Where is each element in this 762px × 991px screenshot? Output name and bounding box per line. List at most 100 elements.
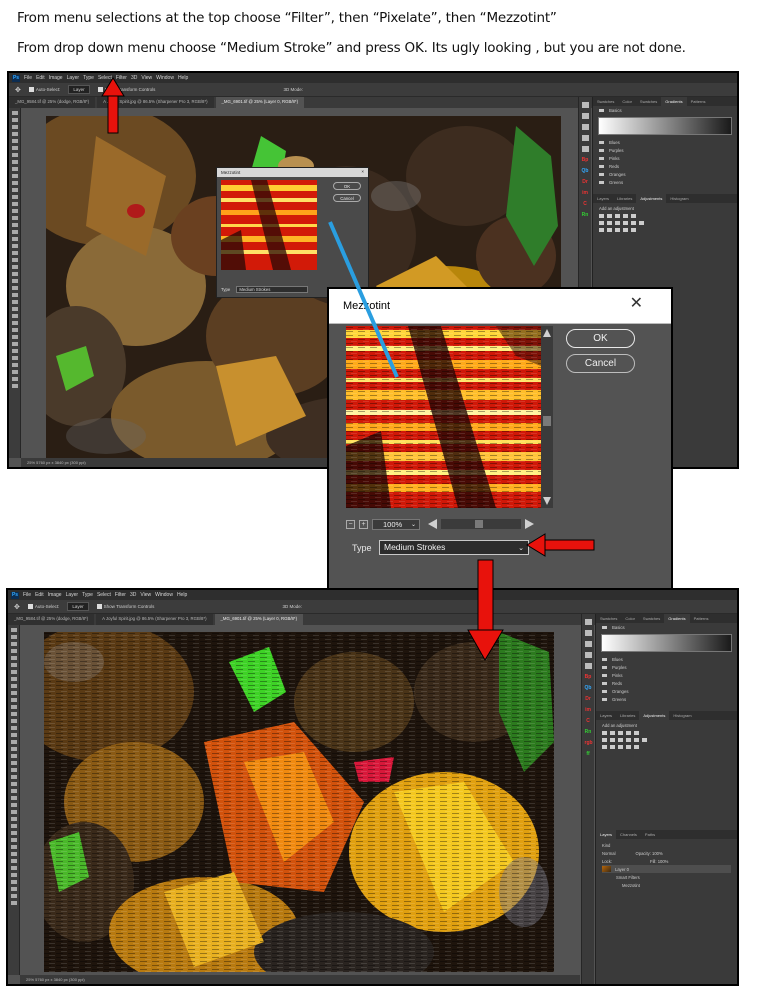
tool-icon[interactable]: [10, 677, 17, 681]
tool-icon[interactable]: [11, 279, 18, 283]
smart-filters-row[interactable]: Smart Filters: [602, 873, 731, 881]
tool-icon[interactable]: [10, 824, 17, 828]
panel-tab-adjustments[interactable]: Adjustments: [636, 194, 667, 203]
plugin-icon[interactable]: ff: [585, 751, 592, 757]
tool-icon[interactable]: [10, 698, 17, 702]
adjustment-icon[interactable]: [607, 228, 612, 232]
panel-tab[interactable]: Swatches: [639, 614, 664, 623]
move-tool-icon[interactable]: ✥: [15, 86, 21, 94]
scroll-right-icon[interactable]: [525, 519, 534, 529]
document-tab[interactable]: _MG_9584.tif @ 25% (dodge, RGB/8*): [8, 614, 95, 625]
tool-icon[interactable]: [10, 649, 17, 653]
tool-icon[interactable]: [11, 188, 18, 192]
plugin-icon[interactable]: Bp: [585, 674, 592, 680]
menu-edit[interactable]: Edit: [35, 592, 44, 598]
tool-icon[interactable]: [11, 146, 18, 150]
panel-icon[interactable]: [581, 124, 589, 130]
menu-image[interactable]: Image: [49, 75, 63, 81]
panel-icon[interactable]: [581, 102, 589, 108]
tool-icon[interactable]: [11, 230, 18, 234]
panel-tab[interactable]: Layers: [593, 194, 613, 203]
panel-tab[interactable]: Patterns: [687, 97, 710, 106]
adjustment-icon[interactable]: [634, 745, 639, 749]
menu-select[interactable]: Select: [97, 592, 111, 598]
panel-icon[interactable]: [581, 113, 589, 119]
panel-tab-adjustments[interactable]: Adjustments: [639, 711, 670, 720]
folder-item[interactable]: Blues: [602, 655, 731, 663]
tool-icon[interactable]: [10, 796, 17, 800]
panel-icon[interactable]: [584, 641, 592, 647]
adjustment-icon[interactable]: [634, 738, 639, 742]
tool-icon[interactable]: [11, 132, 18, 136]
tool-icon[interactable]: [11, 328, 18, 332]
adjustment-icon[interactable]: [631, 228, 636, 232]
plugin-icon[interactable]: Dr: [582, 179, 589, 185]
tool-icon[interactable]: [10, 684, 17, 688]
panel-tab[interactable]: Color: [618, 97, 636, 106]
tool-icon[interactable]: [11, 160, 18, 164]
preview-horizontal-scrollbar[interactable]: [441, 519, 521, 529]
tool-icon[interactable]: [10, 831, 17, 835]
adjustment-icon[interactable]: [618, 738, 623, 742]
panel-tab[interactable]: Channels: [616, 830, 641, 839]
panel-tab[interactable]: Swatches: [596, 614, 621, 623]
adjustment-icon[interactable]: [623, 221, 628, 225]
menu-view[interactable]: View: [140, 592, 151, 598]
folder-item[interactable]: Greens: [602, 695, 731, 703]
zoom-level-dropdown[interactable]: 100% ⌄: [372, 518, 420, 530]
type-dropdown[interactable]: Medium Strokes: [236, 286, 309, 293]
auto-select-checkbox[interactable]: Auto-Select:: [28, 87, 60, 92]
panel-tab[interactable]: Swatches: [636, 97, 661, 106]
tool-icon[interactable]: [11, 118, 18, 122]
folder-item[interactable]: Reds: [602, 679, 731, 687]
gradient-swatch[interactable]: [598, 117, 732, 135]
panel-tab[interactable]: Histogram: [666, 194, 692, 203]
tool-icon[interactable]: [10, 656, 17, 660]
adjustment-icon[interactable]: [610, 731, 615, 735]
folder-item[interactable]: Pinks: [599, 154, 731, 162]
panel-tab[interactable]: Histogram: [669, 711, 695, 720]
tool-icon[interactable]: [10, 726, 17, 730]
photo-canvas-mezzotint-result[interactable]: [44, 632, 554, 972]
tool-icon[interactable]: [10, 635, 17, 639]
panel-icon[interactable]: [581, 146, 589, 152]
plugin-icon[interactable]: Qb: [582, 168, 589, 174]
tool-icon[interactable]: [10, 691, 17, 695]
auto-select-dropdown[interactable]: Layer: [67, 602, 89, 611]
tool-icon[interactable]: [10, 859, 17, 863]
tool-icon[interactable]: [11, 202, 18, 206]
tool-icon[interactable]: [11, 272, 18, 276]
menu-type[interactable]: Type: [83, 75, 94, 81]
menu-layer[interactable]: Layer: [67, 75, 80, 81]
adjustment-icon[interactable]: [615, 221, 620, 225]
adjustment-icon[interactable]: [602, 731, 607, 735]
menu-edit[interactable]: Edit: [36, 75, 45, 81]
tool-icon[interactable]: [10, 719, 17, 723]
document-tab[interactable]: _MG_9584.tif @ 25% (dodge, RGB/8*): [9, 97, 96, 108]
tool-icon[interactable]: [10, 670, 17, 674]
tool-icon[interactable]: [11, 314, 18, 318]
folder-item[interactable]: Purples: [599, 146, 731, 154]
tool-icon[interactable]: [10, 747, 17, 751]
tool-icon[interactable]: [10, 789, 17, 793]
tool-icon[interactable]: [10, 642, 17, 646]
menu-window[interactable]: Window: [156, 75, 174, 81]
panel-tab-gradients[interactable]: Gradients: [661, 97, 687, 106]
ok-button[interactable]: OK: [566, 329, 635, 348]
plugin-icon[interactable]: im: [585, 707, 592, 713]
blend-mode-dropdown[interactable]: Normal: [602, 851, 616, 856]
menu-type[interactable]: Type: [82, 592, 93, 598]
tool-icon[interactable]: [10, 852, 17, 856]
tool-icon[interactable]: [11, 174, 18, 178]
adjustment-icon[interactable]: [642, 738, 647, 742]
panel-icon[interactable]: [581, 135, 589, 141]
document-tab[interactable]: A Joyful Spirit.jpg @ 86.5% (Sharpener P…: [96, 614, 213, 625]
folder-basics[interactable]: Basics: [599, 106, 731, 114]
plugin-icon[interactable]: Rn: [582, 212, 589, 218]
tool-icon[interactable]: [10, 817, 17, 821]
scroll-thumb[interactable]: [543, 416, 551, 426]
tool-icon[interactable]: [11, 300, 18, 304]
tool-icon[interactable]: [10, 754, 17, 758]
panel-icon[interactable]: [584, 663, 592, 669]
type-dropdown[interactable]: Medium Strokes ⌄: [379, 540, 529, 555]
